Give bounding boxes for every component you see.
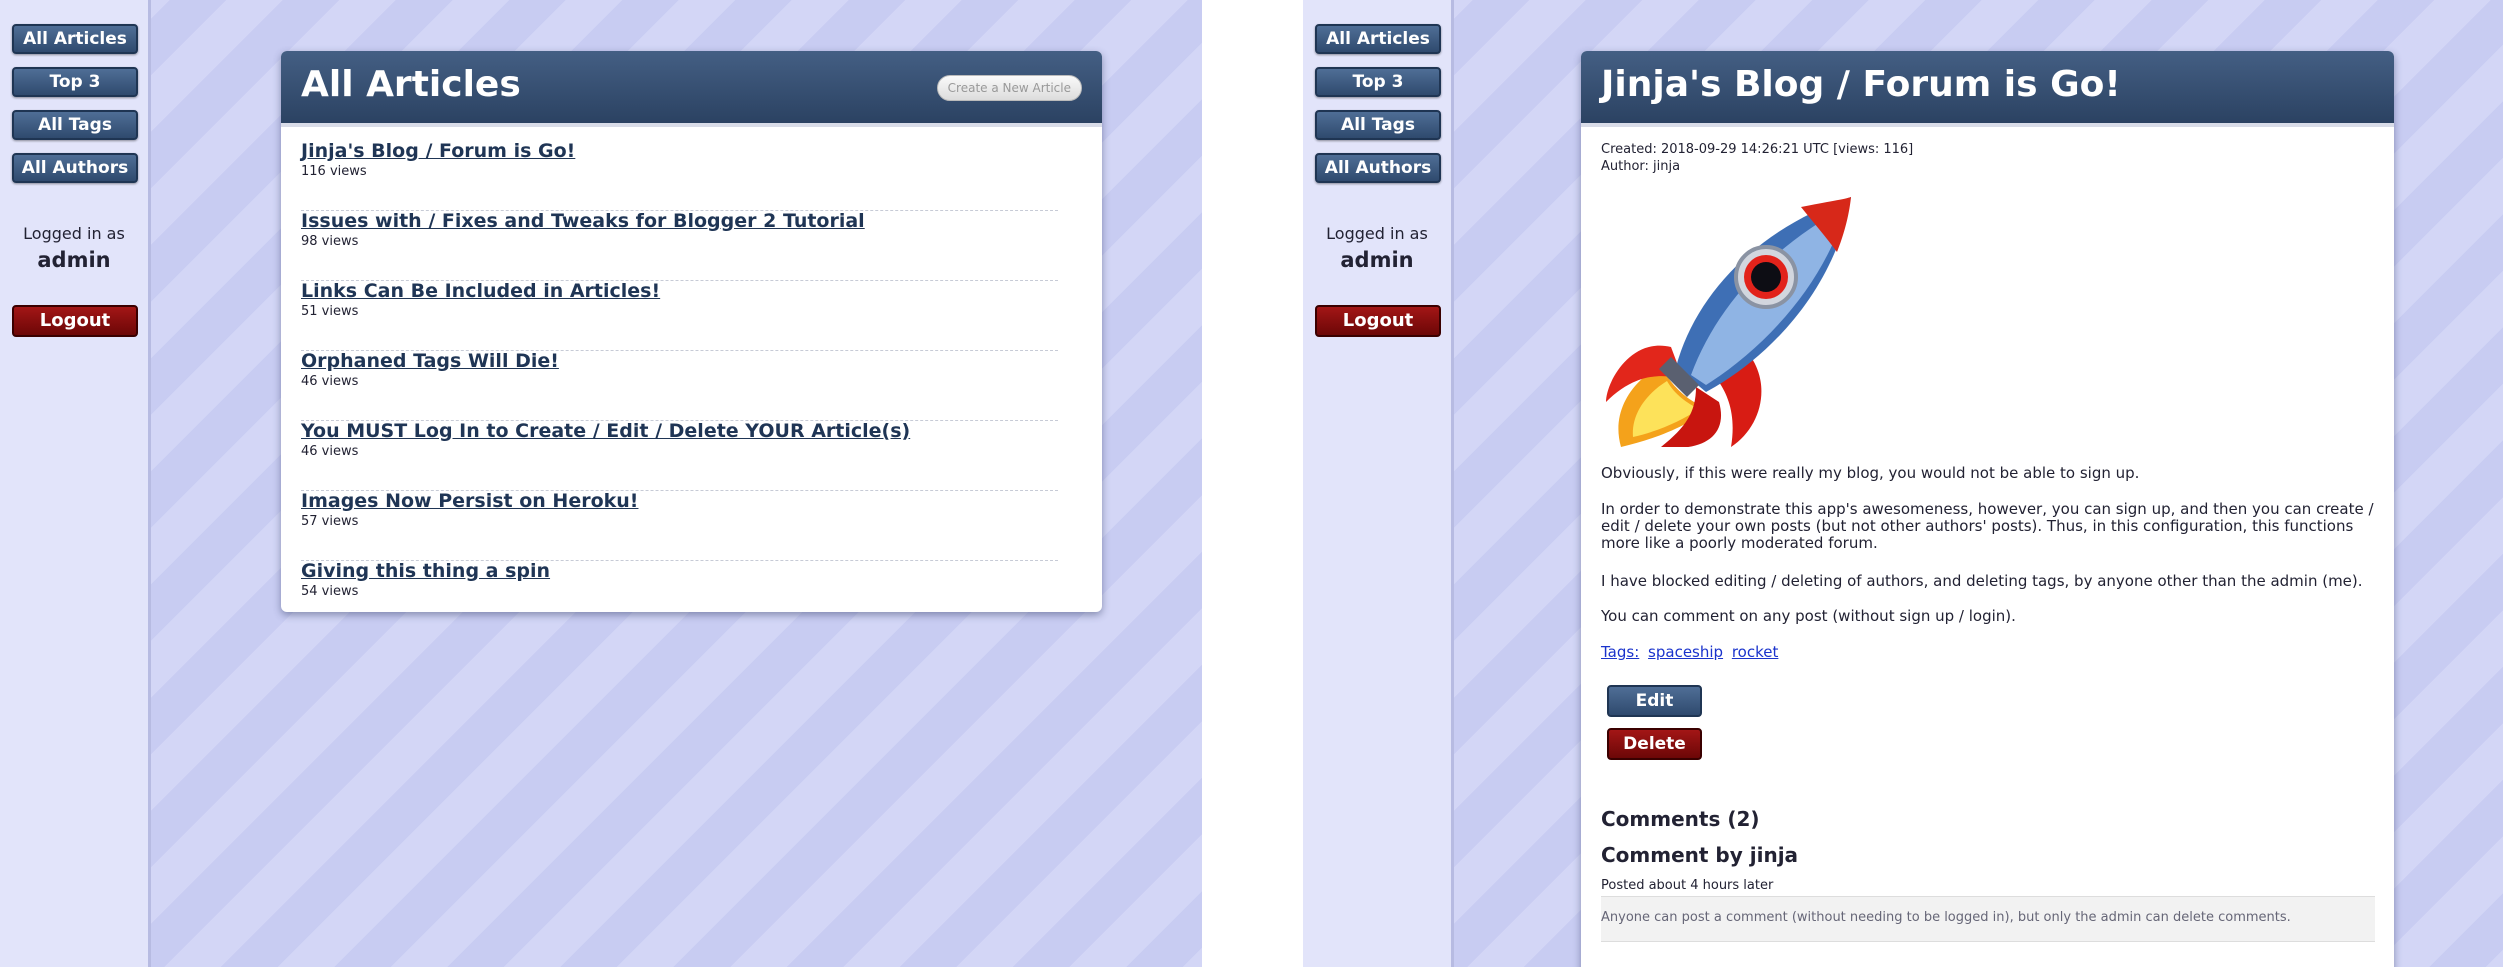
articles-card: All Articles Create a New Article Jinja'… xyxy=(281,51,1102,612)
article-title: Jinja's Blog / Forum is Go! xyxy=(1601,64,2121,105)
sidebar: All Articles Top 3 All Tags All Authors … xyxy=(0,0,151,967)
top-3-button[interactable]: Top 3 xyxy=(1315,67,1441,97)
article-views: 54 views xyxy=(301,584,359,599)
article-link[interactable]: You MUST Log In to Create / Edit / Delet… xyxy=(301,420,910,442)
delete-button[interactable]: Delete xyxy=(1607,728,1702,760)
tags-row: Tags: spaceship rocket xyxy=(1601,643,1782,661)
tag-link-spaceship[interactable]: spaceship xyxy=(1648,643,1723,661)
page-title: All Articles xyxy=(301,64,521,105)
all-authors-button[interactable]: All Authors xyxy=(1315,153,1441,183)
logged-in-label: Logged in as xyxy=(23,224,125,243)
article-views: 98 views xyxy=(301,234,359,249)
logout-button[interactable]: Logout xyxy=(12,305,138,337)
article-link[interactable]: Orphaned Tags Will Die! xyxy=(301,350,559,372)
paragraph: Obviously, if this were really my blog, … xyxy=(1601,464,2140,482)
author-meta: Author: jinja xyxy=(1601,159,1681,174)
paragraph: I have blocked editing / deleting of aut… xyxy=(1601,572,2363,590)
list-item: You MUST Log In to Create / Edit / Delet… xyxy=(301,420,1058,491)
all-articles-button[interactable]: All Articles xyxy=(12,24,138,54)
tags-label-link[interactable]: Tags: xyxy=(1601,643,1639,661)
article-views: 51 views xyxy=(301,304,359,319)
article-card: Jinja's Blog / Forum is Go! Created: 201… xyxy=(1581,51,2394,967)
list-item: Links Can Be Included in Articles! 51 vi… xyxy=(301,280,1058,351)
comment-body: Anyone can post a comment (without needi… xyxy=(1601,896,2375,942)
top-3-button[interactable]: Top 3 xyxy=(12,67,138,97)
comment-author: Comment by jinja xyxy=(1601,843,1799,867)
all-tags-button[interactable]: All Tags xyxy=(12,110,138,140)
rocket-icon xyxy=(1606,197,1851,447)
article-link[interactable]: Giving this thing a spin xyxy=(301,560,550,582)
list-item: Issues with / Fixes and Tweaks for Blogg… xyxy=(301,210,1058,281)
article-views: 46 views xyxy=(301,444,359,459)
created-meta: Created: 2018-09-29 14:26:21 UTC [views:… xyxy=(1601,142,1914,157)
list-item: Jinja's Blog / Forum is Go! 116 views xyxy=(301,140,1058,211)
tag-link-rocket[interactable]: rocket xyxy=(1732,643,1779,661)
comments-heading: Comments (2) xyxy=(1601,807,1760,831)
article-link[interactable]: Images Now Persist on Heroku! xyxy=(301,490,638,512)
logout-button[interactable]: Logout xyxy=(1315,305,1441,337)
paragraph: You can comment on any post (without sig… xyxy=(1601,607,2016,625)
comment-posted: Posted about 4 hours later xyxy=(1601,878,1774,893)
article-link[interactable]: Links Can Be Included in Articles! xyxy=(301,280,660,302)
article-detail-window: All Articles Top 3 All Tags All Authors … xyxy=(1303,0,2503,967)
list-item: Orphaned Tags Will Die! 46 views xyxy=(301,350,1058,421)
logged-in-label: Logged in as xyxy=(1326,224,1428,243)
create-article-button[interactable]: Create a New Article xyxy=(936,75,1082,101)
list-item: Giving this thing a spin 54 views xyxy=(301,560,1058,630)
all-tags-button[interactable]: All Tags xyxy=(1315,110,1441,140)
paragraph: In order to demonstrate this app's aweso… xyxy=(1601,500,2374,552)
articles-list-window: All Articles Top 3 All Tags All Authors … xyxy=(0,0,1202,967)
article-views: 116 views xyxy=(301,164,367,179)
edit-button[interactable]: Edit xyxy=(1607,685,1702,717)
card-header: All Articles Create a New Article xyxy=(281,51,1102,127)
article-link[interactable]: Jinja's Blog / Forum is Go! xyxy=(301,140,575,162)
article-views: 46 views xyxy=(301,374,359,389)
all-articles-button[interactable]: All Articles xyxy=(1315,24,1441,54)
list-item: Images Now Persist on Heroku! 57 views xyxy=(301,490,1058,561)
article-views: 57 views xyxy=(301,514,359,529)
logged-in-user: admin xyxy=(1340,248,1414,272)
sidebar: All Articles Top 3 All Tags All Authors … xyxy=(1303,0,1454,967)
logged-in-user: admin xyxy=(37,248,111,272)
all-authors-button[interactable]: All Authors xyxy=(12,153,138,183)
card-header: Jinja's Blog / Forum is Go! xyxy=(1581,51,2394,127)
article-link[interactable]: Issues with / Fixes and Tweaks for Blogg… xyxy=(301,210,865,232)
